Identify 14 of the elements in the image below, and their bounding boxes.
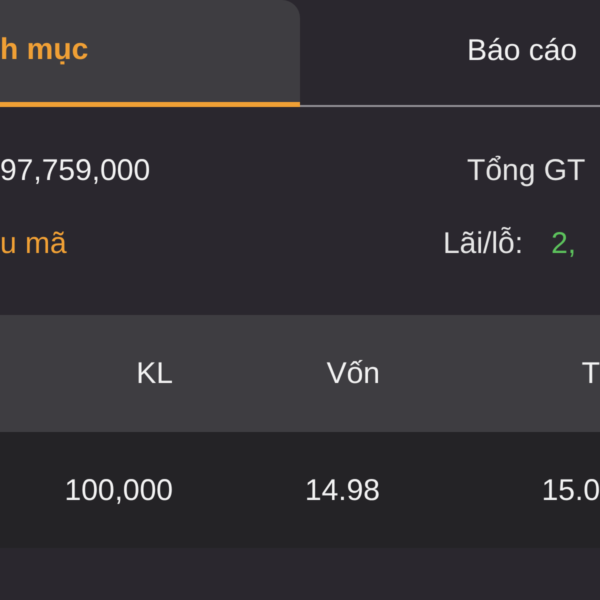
table-cell-text: 14.98 bbox=[304, 472, 380, 508]
total-value: 97,759,000 bbox=[0, 154, 150, 187]
column-header: KL bbox=[135, 356, 173, 392]
table-cell-text: 100,000 bbox=[64, 472, 173, 508]
filter-link[interactable]: u mã bbox=[0, 227, 67, 260]
table-cell-text: 15.0 bbox=[540, 472, 600, 508]
profit-value: 2, bbox=[551, 226, 576, 262]
column-header: T bbox=[580, 356, 600, 392]
summary-label: Lãi/lỗ: bbox=[443, 226, 524, 262]
column-header: Vốn bbox=[326, 356, 380, 392]
tab[interactable]: Báo cáo bbox=[300, 0, 600, 107]
table-row[interactable]: 100,000 14.98 15.0 bbox=[0, 432, 600, 548]
summary-label: Tổng GT bbox=[467, 153, 586, 189]
tab[interactable]: h mục bbox=[0, 0, 300, 107]
